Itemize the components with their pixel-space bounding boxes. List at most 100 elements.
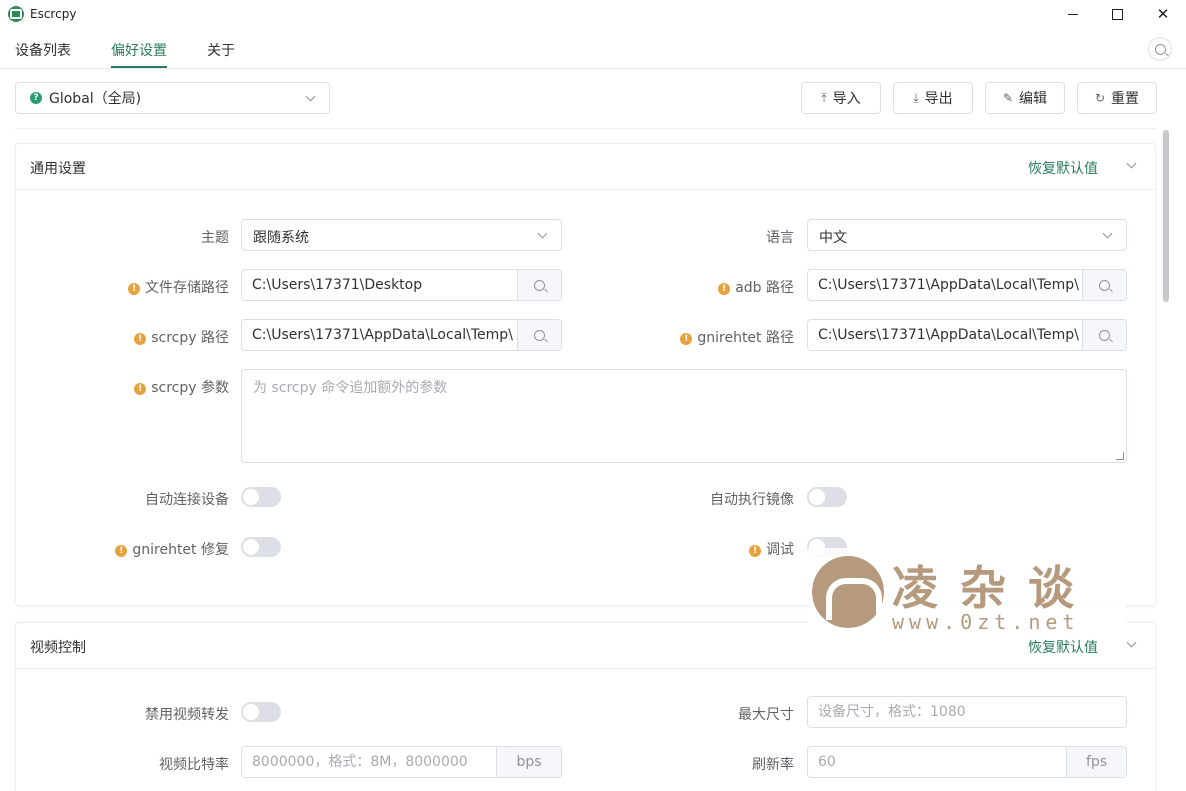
search-icon (534, 329, 545, 341)
storage-path-input[interactable]: C:\Users\17371\Desktop (241, 269, 562, 301)
search-button[interactable] (1148, 37, 1172, 61)
gnirehtet-fix-switch[interactable] (241, 537, 281, 557)
gnirehtet-path-value: C:\Users\17371\AppData\Local\Temp\ (818, 327, 1079, 343)
general-settings-title: 通用设置 (30, 161, 86, 177)
scrcpy-path-input[interactable]: C:\Users\17371\AppData\Local\Temp\ (241, 319, 562, 351)
adb-path-input[interactable]: C:\Users\17371\AppData\Local\Temp\ (807, 269, 1127, 301)
refresh-rate-label: 刷新率 (752, 757, 794, 773)
refresh-rate-input[interactable]: 60 fps (807, 746, 1127, 778)
scope-select[interactable]: ? Global（全局) (15, 82, 330, 114)
active-tab-indicator (111, 66, 167, 68)
scrcpy-args-label: ! scrcpy 参数 (134, 377, 229, 397)
scrcpy-args-textarea[interactable]: 为 scrcpy 命令追加额外的参数 (241, 369, 1127, 463)
title-bar: Escrcpy ✕ (0, 0, 1186, 28)
export-label: 导出 (924, 91, 953, 107)
scrcpy-path-label: ! scrcpy 路径 (134, 327, 229, 347)
theme-label: 主题 (201, 230, 229, 246)
general-restore-defaults-link[interactable]: 恢复默认值 (1028, 158, 1098, 178)
video-restore-defaults-link[interactable]: 恢复默认值 (1028, 637, 1098, 657)
auto-connect-label: 自动连接设备 (145, 492, 229, 508)
toolbar-divider (15, 128, 1156, 129)
warning-icon: ! (134, 333, 147, 345)
auto-mirror-label: 自动执行镜像 (710, 492, 794, 508)
chevron-down-icon (1102, 228, 1113, 239)
app-logo-icon (8, 6, 24, 22)
warning-icon: ! (115, 545, 128, 557)
tab-about[interactable]: 关于 (207, 40, 235, 60)
warning-icon: ! (128, 283, 140, 295)
warning-icon: ! (680, 333, 693, 345)
storage-path-label: ! 文件存储路径 (128, 277, 229, 297)
chevron-down-icon (305, 91, 316, 102)
edit-icon: ✎ (1002, 91, 1014, 105)
adb-path-label: ! adb 路径 (718, 277, 794, 297)
search-icon (534, 279, 545, 291)
refresh-rate-placeholder: 60 (818, 754, 836, 770)
auto-connect-switch[interactable] (241, 487, 281, 507)
window-title: Escrcpy (30, 7, 77, 21)
watermark: 凌杂谈 www.0zt.net (808, 548, 1126, 636)
auto-mirror-switch[interactable] (807, 487, 847, 507)
refresh-rate-unit: fps (1066, 747, 1126, 777)
import-button[interactable]: ⤒ 导入 (801, 82, 881, 114)
export-button[interactable]: ⤓ 导出 (893, 82, 973, 114)
bitrate-placeholder: 8000000，格式：8M，8000000 (252, 754, 468, 770)
theme-select[interactable]: 跟随系统 (241, 219, 562, 251)
watermark-logo-icon (812, 556, 884, 628)
bitrate-unit: bps (496, 747, 561, 777)
scrcpy-path-browse-button[interactable] (517, 320, 561, 350)
scrollbar-thumb[interactable] (1163, 130, 1169, 302)
watermark-text: 凌杂谈 (892, 561, 1096, 615)
watermark-url: www.0zt.net (892, 610, 1080, 634)
collapse-chevron-icon[interactable] (1126, 158, 1137, 169)
warning-icon: ! (749, 545, 761, 557)
search-icon (1099, 279, 1110, 291)
edit-button[interactable]: ✎ 编辑 (985, 82, 1065, 114)
video-control-title: 视频控制 (30, 640, 86, 656)
reset-label: 重置 (1111, 91, 1140, 107)
chevron-down-icon (537, 228, 548, 239)
scrcpy-path-value: C:\Users\17371\AppData\Local\Temp\ (252, 327, 513, 343)
gnirehtet-path-browse-button[interactable] (1082, 320, 1126, 350)
tab-device-list[interactable]: 设备列表 (15, 40, 71, 60)
close-button[interactable]: ✕ (1140, 0, 1186, 28)
disable-video-forward-label: 禁用视频转发 (145, 707, 229, 723)
adb-path-value: C:\Users\17371\AppData\Local\Temp\ (818, 277, 1079, 293)
gnirehtet-fix-label: ! gnirehtet 修复 (115, 539, 229, 559)
language-select[interactable]: 中文 (807, 219, 1127, 251)
help-icon: ? (30, 92, 42, 104)
storage-path-value: C:\Users\17371\Desktop (252, 277, 423, 293)
bitrate-label: 视频比特率 (159, 757, 229, 773)
upload-icon: ⤒ (821, 90, 827, 105)
tab-preferences[interactable]: 偏好设置 (111, 40, 167, 60)
edit-label: 编辑 (1019, 91, 1048, 107)
scrcpy-args-placeholder: 为 scrcpy 命令追加额外的参数 (253, 380, 448, 396)
max-size-input[interactable]: 设备尺寸，格式：1080 (807, 696, 1127, 728)
disable-video-forward-switch[interactable] (241, 702, 281, 722)
gnirehtet-path-input[interactable]: C:\Users\17371\AppData\Local\Temp\ (807, 319, 1127, 351)
bitrate-input[interactable]: 8000000，格式：8M，8000000 bps (241, 746, 562, 778)
search-icon (1154, 43, 1166, 55)
refresh-icon: ↻ (1094, 91, 1106, 105)
gnirehtet-path-label: ! gnirehtet 路径 (680, 327, 794, 347)
search-icon (1099, 329, 1110, 341)
max-size-label: 最大尺寸 (738, 707, 794, 723)
theme-value: 跟随系统 (253, 230, 309, 246)
general-settings-header: 通用设置 恢复默认值 (16, 144, 1155, 190)
warning-icon: ! (134, 383, 147, 395)
warning-icon: ! (718, 283, 731, 295)
download-icon: ⤓ (913, 90, 919, 105)
language-label: 语言 (766, 230, 794, 246)
main-tabs: 设备列表 偏好设置 关于 (0, 28, 1186, 69)
scope-selected-value: Global（全局) (49, 91, 142, 107)
collapse-chevron-icon[interactable] (1126, 637, 1137, 648)
debug-label: ! 调试 (749, 539, 794, 559)
minimize-button[interactable] (1050, 0, 1096, 28)
maximize-button[interactable] (1094, 0, 1140, 28)
storage-path-browse-button[interactable] (517, 270, 561, 300)
reset-button[interactable]: ↻ 重置 (1077, 82, 1157, 114)
adb-path-browse-button[interactable] (1082, 270, 1126, 300)
resize-handle-icon[interactable] (1116, 452, 1124, 460)
language-value: 中文 (819, 230, 847, 246)
max-size-placeholder: 设备尺寸，格式：1080 (818, 704, 966, 720)
